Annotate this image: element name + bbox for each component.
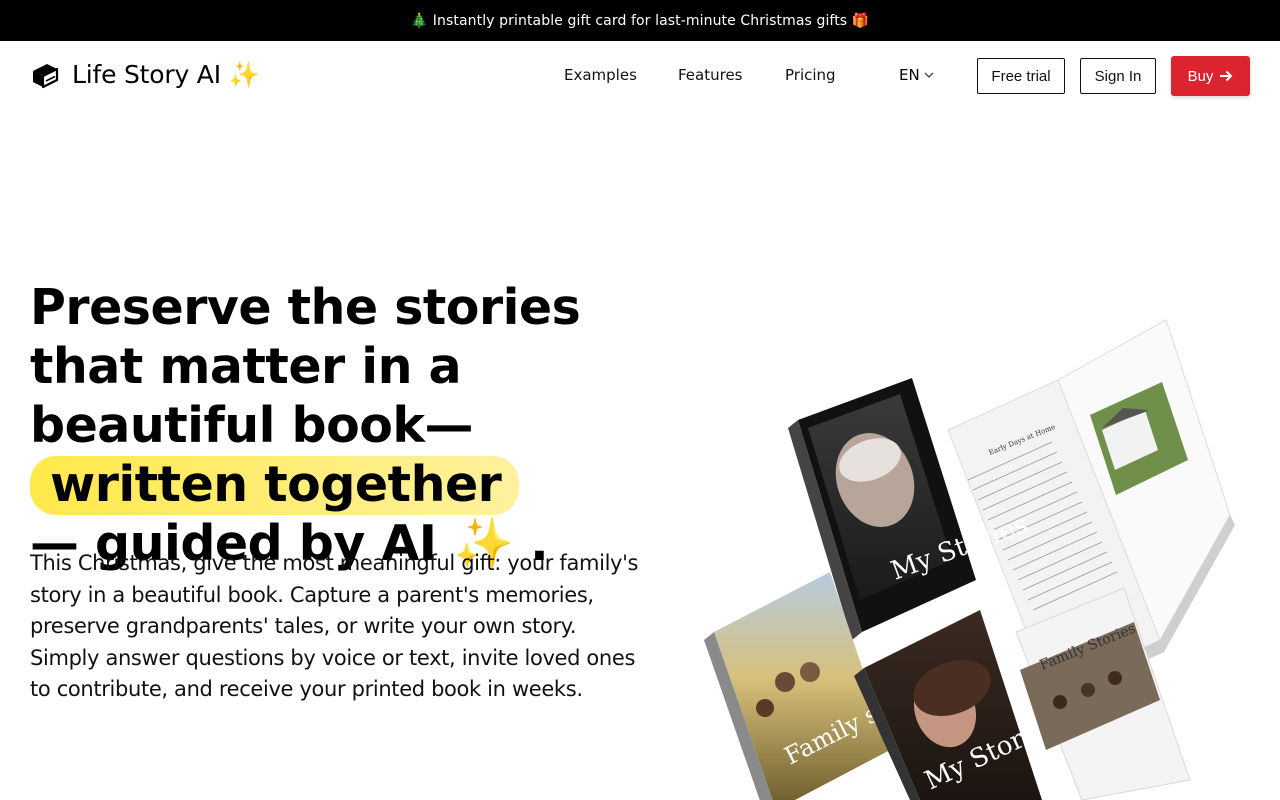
free-trial-button[interactable]: Free trial: [977, 58, 1065, 94]
book-icon: [33, 64, 59, 89]
hero-title: Preserve the stories that matter in a be…: [30, 278, 670, 573]
nav-link-pricing[interactable]: Pricing: [785, 66, 836, 84]
brand-name: Life Story AI: [72, 60, 221, 89]
sparkles-icon: ✨: [228, 60, 260, 89]
language-label: EN: [899, 66, 920, 84]
announcement-text: Instantly printable gift card for last-m…: [432, 12, 848, 29]
gift-emoji: 🎁: [851, 12, 870, 29]
hero-description: This Christmas, give the most meaningful…: [30, 551, 639, 701]
language-selector[interactable]: EN: [899, 66, 934, 84]
brand-logo-link[interactable]: Life Story AI ✨: [30, 60, 260, 90]
sign-in-button[interactable]: Sign In: [1080, 58, 1156, 94]
nav-link-examples[interactable]: Examples: [564, 66, 637, 84]
tree-emoji: 🎄: [410, 12, 429, 29]
arrow-right-icon: [1220, 70, 1233, 82]
top-navigation: Life Story AI ✨ Examples Features Pricin…: [0, 41, 1280, 113]
books-illustration: Early Days at Home My Stories Family sto…: [704, 319, 1235, 800]
buy-button[interactable]: Buy: [1171, 56, 1250, 96]
nav-link-features[interactable]: Features: [678, 66, 743, 84]
hero-title-part1: Preserve the stories that matter in a be…: [30, 279, 581, 454]
buy-label: Buy: [1187, 67, 1214, 85]
hero-title-highlight: written together: [30, 456, 520, 515]
announcement-bar: 🎄 Instantly printable gift card for last…: [0, 0, 1280, 41]
book-my-story: My Story: [854, 610, 1043, 800]
chevron-down-icon: [924, 72, 934, 78]
